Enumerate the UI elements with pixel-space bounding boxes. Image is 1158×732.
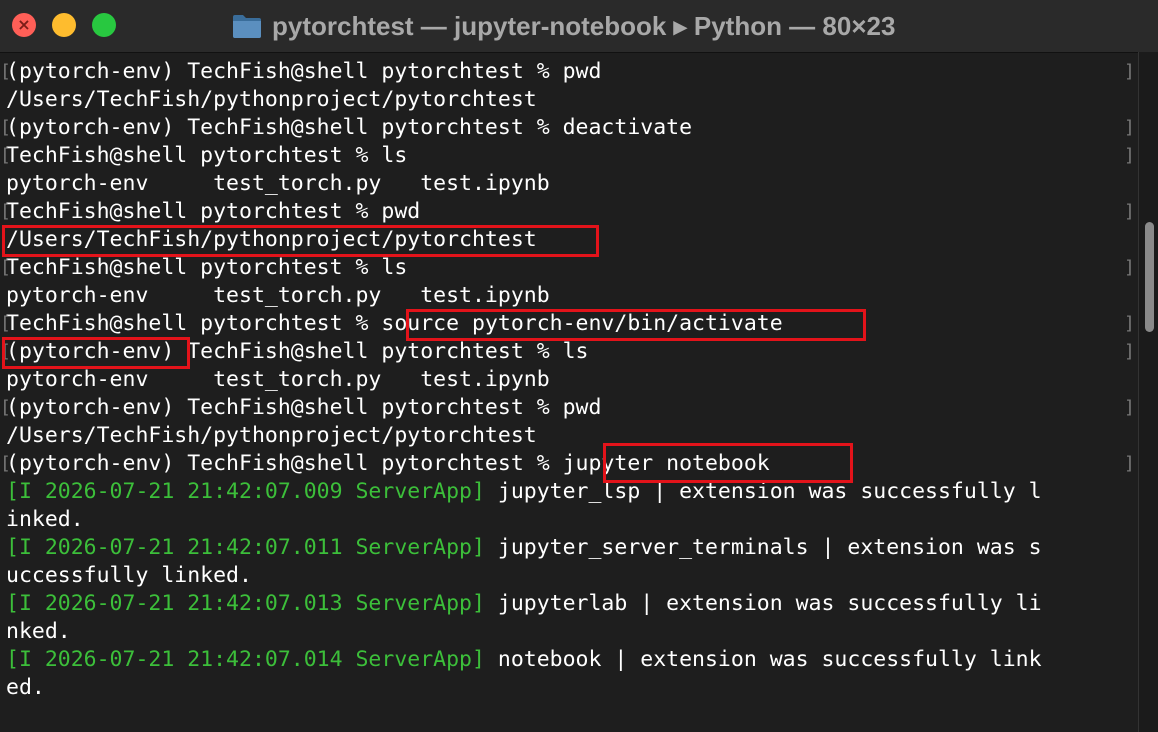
- highlight-env-prefix: [2, 337, 190, 369]
- line-mark-left: [: [0, 61, 11, 82]
- line-text: (pytorch-env) TechFish@shell pytorchtest…: [6, 395, 602, 420]
- line-text: (pytorch-env) TechFish@shell pytorchtest…: [6, 115, 693, 140]
- vertical-scrollbar[interactable]: [1138, 52, 1158, 732]
- terminal-line: inked.: [6, 506, 84, 534]
- line-text: ed.: [6, 675, 45, 700]
- line-text: (pytorch-env) TechFish@shell pytorchtest…: [6, 59, 602, 84]
- line-mark-left: [: [0, 201, 11, 222]
- line-text: nked.: [6, 619, 71, 644]
- window-title-group: pytorchtest — jupyter-notebook ▸ Python …: [232, 0, 895, 52]
- line-mark-right: ]: [1124, 397, 1135, 418]
- line-text: pytorch-env test_torch.py test.ipynb: [6, 283, 550, 308]
- minimize-button[interactable]: [52, 13, 76, 37]
- terminal-line: pytorch-env test_torch.py test.ipynb: [6, 170, 550, 198]
- log-prefix: [I 2026-07-21 21:42:07.014 ServerApp]: [6, 647, 485, 672]
- line-text: TechFish@shell pytorchtest % ls: [6, 143, 408, 168]
- line-mark-left: [: [0, 397, 11, 418]
- line-mark-left: [: [0, 117, 11, 138]
- line-text: TechFish@shell pytorchtest % ls: [6, 255, 408, 280]
- line-mark-right: ]: [1124, 117, 1135, 138]
- line-mark-right: ]: [1124, 313, 1135, 334]
- highlight-jupyter-command: [603, 443, 853, 483]
- line-text: /Users/TechFish/pythonproject/pytorchtes…: [6, 87, 537, 112]
- terminal-window: × pytorchtest — jupyter-notebook ▸ Pytho…: [0, 0, 1158, 732]
- line-mark-right: ]: [1124, 201, 1135, 222]
- terminal-line: pytorch-env test_torch.py test.ipynb: [6, 282, 550, 310]
- log-prefix: [I 2026-07-21 21:42:07.013 ServerApp]: [6, 591, 485, 616]
- line-mark-left: [: [0, 453, 11, 474]
- line-text: pytorch-env test_torch.py test.ipynb: [6, 367, 550, 392]
- line-text: uccessfully linked.: [6, 563, 252, 588]
- close-button[interactable]: ×: [12, 13, 36, 37]
- line-mark-left: [: [0, 145, 11, 166]
- terminal-line: [I 2026-07-21 21:42:07.013 ServerApp] ju…: [6, 590, 1042, 618]
- zoom-button[interactable]: [92, 13, 116, 37]
- terminal-line: TechFish@shell pytorchtest % ls: [6, 254, 407, 282]
- terminal-line: [I 2026-07-21 21:42:07.011 ServerApp] ju…: [6, 534, 1042, 562]
- terminal-line: ed.: [6, 674, 45, 702]
- terminal-line: [I 2026-07-21 21:42:07.009 ServerApp] ju…: [6, 478, 1042, 506]
- line-text: jupyterlab | extension was successfully …: [484, 591, 1042, 616]
- line-mark-left: [: [0, 257, 11, 278]
- line-mark-right: ]: [1124, 145, 1135, 166]
- line-text: pytorch-env test_torch.py test.ipynb: [6, 171, 550, 196]
- line-mark-right: ]: [1124, 61, 1135, 82]
- folder-icon: [233, 15, 261, 38]
- line-mark-right: ]: [1124, 341, 1135, 362]
- terminal-line: TechFish@shell pytorchtest % ls: [6, 142, 407, 170]
- line-mark-right: ]: [1124, 257, 1135, 278]
- terminal-line: TechFish@shell pytorchtest % pwd: [6, 198, 420, 226]
- scrollbar-thumb[interactable]: [1145, 222, 1154, 332]
- line-text: jupyter_server_terminals | extension was…: [484, 535, 1042, 560]
- line-text: TechFish@shell pytorchtest % pwd: [6, 199, 421, 224]
- log-prefix: [I 2026-07-21 21:42:07.009 ServerApp]: [6, 479, 485, 504]
- terminal-line: (pytorch-env) TechFish@shell pytorchtest…: [6, 394, 601, 422]
- line-text: notebook | extension was successfully li…: [484, 647, 1042, 672]
- highlight-pwd-output: [2, 225, 599, 257]
- terminal-line: (pytorch-env) TechFish@shell pytorchtest…: [6, 58, 601, 86]
- terminal-line: pytorch-env test_torch.py test.ipynb: [6, 366, 550, 394]
- terminal-line: [I 2026-07-21 21:42:07.014 ServerApp] no…: [6, 646, 1042, 674]
- line-text: /Users/TechFish/pythonproject/pytorchtes…: [6, 423, 537, 448]
- terminal-line: nked.: [6, 618, 71, 646]
- window-title: pytorchtest — jupyter-notebook ▸ Python …: [272, 10, 896, 41]
- terminal-output[interactable]: (pytorch-env) TechFish@shell pytorchtest…: [0, 58, 1138, 732]
- line-mark-right: ]: [1124, 453, 1135, 474]
- line-mark-left: [: [0, 313, 11, 334]
- terminal-line: uccessfully linked.: [6, 562, 252, 590]
- highlight-source-command: [406, 309, 866, 341]
- log-prefix: [I 2026-07-21 21:42:07.011 ServerApp]: [6, 535, 485, 560]
- title-bar[interactable]: × pytorchtest — jupyter-notebook ▸ Pytho…: [0, 0, 1158, 53]
- line-text: inked.: [6, 507, 84, 532]
- terminal-line: (pytorch-env) TechFish@shell pytorchtest…: [6, 114, 692, 142]
- terminal-line: /Users/TechFish/pythonproject/pytorchtes…: [6, 422, 537, 450]
- terminal-line: /Users/TechFish/pythonproject/pytorchtes…: [6, 86, 537, 114]
- close-icon: ×: [17, 15, 31, 34]
